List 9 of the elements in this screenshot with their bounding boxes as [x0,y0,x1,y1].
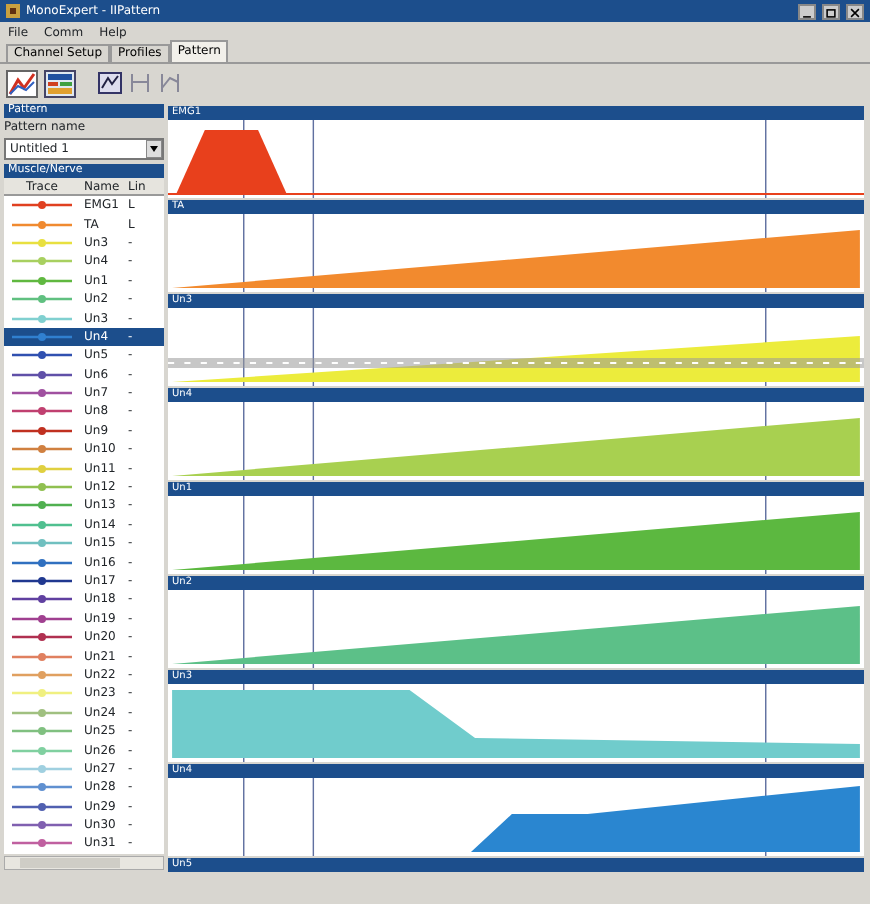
close-icon [848,5,862,19]
maximize-button[interactable] [822,3,840,19]
maximize-icon [824,5,838,19]
table-chart-icon[interactable] [44,70,76,98]
minimize-button[interactable] [798,3,816,19]
app-icon [6,4,20,18]
close-button[interactable] [846,3,864,19]
caret-icon [146,140,162,158]
chart-icon[interactable] [6,70,38,98]
